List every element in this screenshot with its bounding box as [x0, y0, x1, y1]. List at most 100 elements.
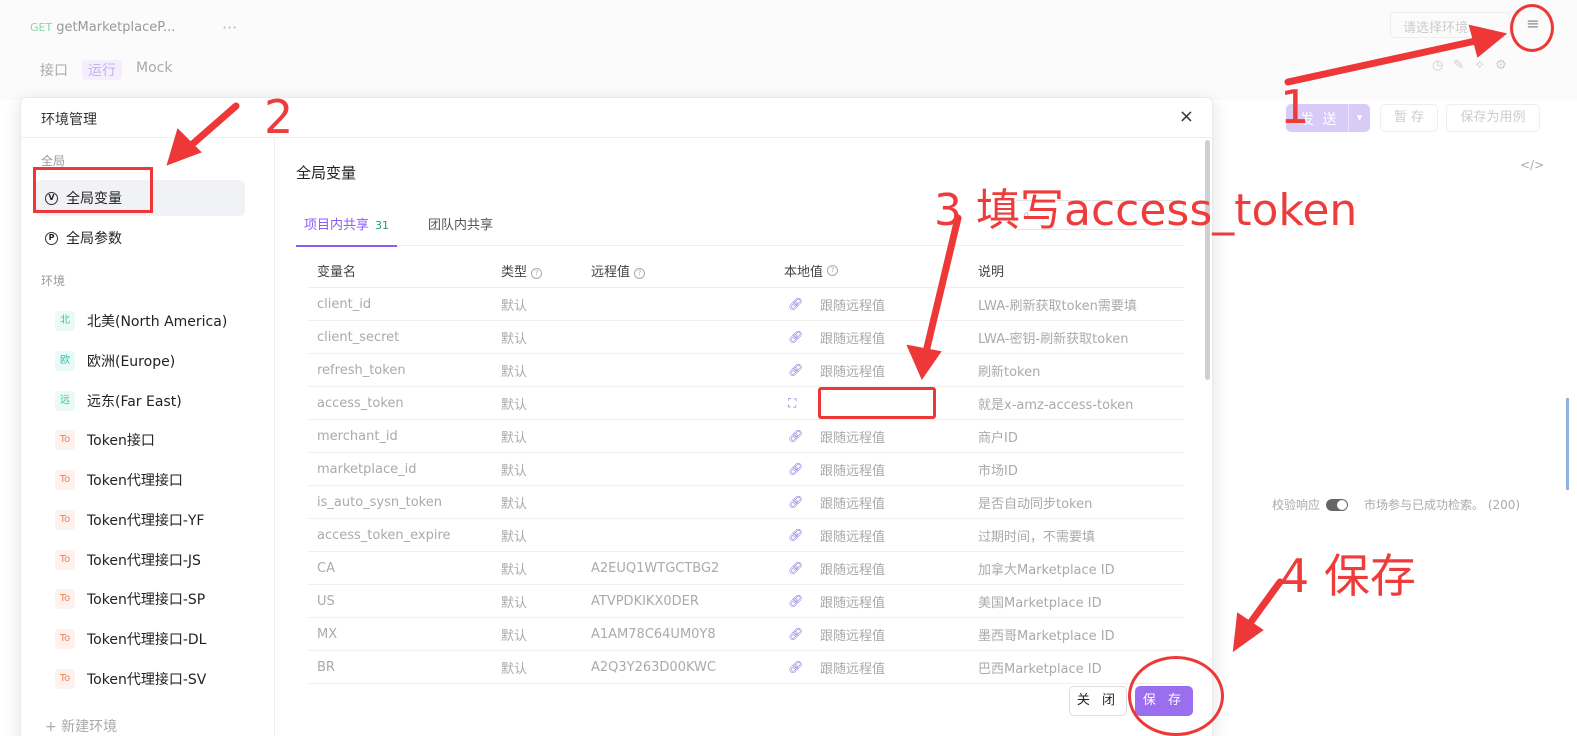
var-type[interactable]: 默认 — [501, 295, 591, 314]
var-name[interactable]: is_auto_sysn_token — [308, 495, 501, 510]
var-type[interactable]: 默认 — [501, 658, 591, 677]
var-local[interactable]: 🔗︎ 跟随远程值 — [784, 427, 978, 446]
env-item[interactable]: 欧欧洲(Europe) — [55, 346, 175, 376]
new-env-button[interactable]: + 新建环境 — [45, 716, 117, 736]
var-name[interactable]: CA — [308, 561, 501, 576]
var-local[interactable]: 🔗︎ 跟随远程值 — [784, 460, 978, 479]
close-button[interactable]: 关 闭 — [1069, 686, 1127, 716]
env-item[interactable]: 北北美(North America) — [55, 306, 227, 336]
var-name[interactable]: US — [308, 594, 501, 609]
tab-team-shared[interactable]: 团队内共享 — [428, 214, 493, 243]
tab-interface[interactable]: 接口 — [40, 60, 68, 80]
var-local[interactable]: 🔗︎ 跟随远程值 — [784, 658, 978, 677]
table-row[interactable]: CA 默认 A2EUQ1WTGCTBG2 🔗︎ 跟随远程值 加拿大Marketpl… — [308, 552, 1184, 585]
var-type[interactable]: 默认 — [501, 493, 591, 512]
sidebar-item-global-params[interactable]: P 全局参数 — [35, 220, 245, 256]
var-name[interactable]: access_token_expire — [308, 528, 501, 543]
var-local[interactable]: ⛶ — [784, 387, 978, 419]
var-desc[interactable]: 市场ID — [978, 460, 1184, 479]
link-icon[interactable]: 🔗︎ — [788, 561, 810, 575]
verify-toggle[interactable] — [1326, 498, 1349, 511]
var-name[interactable]: client_secret — [308, 330, 501, 345]
save-as-case-button[interactable]: 保存为用例 — [1446, 104, 1540, 132]
magic-icon[interactable]: ✧ — [1474, 58, 1485, 73]
var-type[interactable]: 默认 — [501, 427, 591, 446]
env-item[interactable]: 远远东(Far East) — [55, 386, 182, 416]
var-type[interactable]: 默认 — [501, 361, 591, 380]
var-local[interactable]: 🔗︎ 跟随远程值 — [784, 295, 978, 314]
var-name[interactable]: access_token — [308, 396, 501, 411]
link-icon[interactable]: 🔗︎ — [788, 297, 810, 311]
var-desc[interactable]: 美国Marketplace ID — [978, 592, 1184, 611]
env-item[interactable]: To Token代理接口-SP — [55, 584, 205, 614]
table-row[interactable]: merchant_id 默认 🔗︎ 跟随远程值 商户ID — [308, 420, 1184, 453]
var-name[interactable]: marketplace_id — [308, 462, 501, 477]
var-name[interactable]: BR — [308, 660, 501, 675]
var-name[interactable]: client_id — [308, 297, 501, 312]
request-tab[interactable]: GET getMarketplaceP... — [30, 20, 175, 35]
table-row[interactable]: is_auto_sysn_token 默认 🔗︎ 跟随远程值 是否自动同步toke… — [308, 486, 1184, 519]
table-row[interactable]: marketplace_id 默认 🔗︎ 跟随远程值 市场ID — [308, 453, 1184, 486]
var-remote[interactable]: A2EUQ1WTGCTBG2 — [591, 561, 784, 576]
table-row[interactable]: MX 默认 A1AM78C64UM0Y8 🔗︎ 跟随远程值 墨西哥Marketpl… — [308, 618, 1184, 651]
link-icon[interactable]: 🔗︎ — [788, 429, 810, 443]
table-row[interactable]: US 默认 ATVPDKIKX0DER 🔗︎ 跟随远程值 美国Marketplac… — [308, 585, 1184, 618]
var-desc[interactable]: 刷新token — [978, 361, 1184, 380]
var-type[interactable]: 默认 — [501, 592, 591, 611]
env-item[interactable]: To Token代理接口-YF — [55, 505, 205, 535]
table-row[interactable]: client_secret 默认 🔗︎ 跟随远程值 LWA-密钥-刷新获取toke… — [308, 321, 1184, 354]
help-icon[interactable]: ? — [827, 265, 839, 276]
var-type[interactable]: 默认 — [501, 394, 591, 413]
var-desc[interactable]: 就是x-amz-access-token — [978, 394, 1184, 413]
env-item[interactable]: To Token代理接口-DL — [55, 624, 206, 654]
var-remote[interactable]: A1AM78C64UM0Y8 — [591, 627, 784, 642]
table-row[interactable]: access_token_expire 默认 🔗︎ 跟随远程值 过期时间，不需要填 — [308, 519, 1184, 552]
var-type[interactable]: 默认 — [501, 460, 591, 479]
table-row[interactable]: refresh_token 默认 🔗︎ 跟随远程值 刷新token — [308, 354, 1184, 387]
more-dots-icon[interactable]: ··· — [222, 18, 237, 37]
link-icon[interactable]: 🔗︎ — [788, 627, 810, 641]
link-icon[interactable]: 🔗︎ — [788, 363, 810, 377]
env-item[interactable]: To Token代理接口-JS — [55, 545, 201, 575]
link-icon[interactable]: 🔗︎ — [788, 495, 810, 509]
var-local[interactable]: 🔗︎ 跟随远程值 — [784, 592, 978, 611]
var-type[interactable]: 默认 — [501, 625, 591, 644]
var-desc[interactable]: 加拿大Marketplace ID — [978, 559, 1184, 578]
table-row[interactable]: BR 默认 A2Q3Y263D00KWC 🔗︎ 跟随远程值 巴西Marketpla… — [308, 651, 1184, 684]
environment-select[interactable]: 请选择环境 — [1390, 12, 1510, 38]
tab-mock[interactable]: Mock — [136, 60, 172, 80]
link-icon[interactable]: 🔗︎ — [788, 594, 810, 608]
settings-icon[interactable]: ⚙ — [1495, 58, 1507, 73]
var-name[interactable]: refresh_token — [308, 363, 501, 378]
help-icon[interactable]: ? — [531, 268, 543, 279]
var-local[interactable]: 🔗︎ 跟随远程值 — [784, 328, 978, 347]
link-icon[interactable]: 🔗︎ — [788, 660, 810, 674]
var-local[interactable]: 🔗︎ 跟随远程值 — [784, 625, 978, 644]
var-local[interactable]: 🔗︎ 跟随远程值 — [784, 361, 978, 380]
env-item[interactable]: To Token接口 — [55, 425, 155, 455]
var-name[interactable]: MX — [308, 627, 501, 642]
tab-project-shared[interactable]: 项目内共享 31 — [296, 214, 398, 247]
var-local[interactable]: 🔗︎ 跟随远程值 — [784, 493, 978, 512]
code-icon[interactable]: </> — [1520, 158, 1544, 172]
history-icon[interactable]: ◷ — [1432, 58, 1443, 73]
env-item[interactable]: To Token代理接口 — [55, 465, 183, 495]
chevron-down-icon[interactable]: ▾ — [1348, 104, 1370, 132]
var-type[interactable]: 默认 — [501, 526, 591, 545]
var-remote[interactable]: A2Q3Y263D00KWC — [591, 660, 784, 675]
tab-run[interactable]: 运行 — [82, 60, 122, 80]
var-desc[interactable]: LWA-密钥-刷新获取token — [978, 328, 1184, 347]
link-icon[interactable]: 🔗︎ — [788, 528, 810, 542]
local-value-input[interactable] — [818, 387, 936, 419]
var-desc[interactable]: 是否自动同步token — [978, 493, 1184, 512]
table-row[interactable]: client_id 默认 🔗︎ 跟随远程值 LWA-刷新获取token需要填 — [308, 288, 1184, 321]
var-local[interactable]: 🔗︎ 跟随远程值 — [784, 559, 978, 578]
var-desc[interactable]: 商户ID — [978, 427, 1184, 446]
var-desc[interactable]: LWA-刷新获取token需要填 — [978, 295, 1184, 314]
var-desc[interactable]: 过期时间，不需要填 — [978, 526, 1184, 545]
env-item[interactable]: To Token代理接口-SV — [55, 664, 206, 694]
link-icon[interactable]: 🔗︎ — [788, 462, 810, 476]
var-type[interactable]: 默认 — [501, 328, 591, 347]
var-local[interactable]: 🔗︎ 跟随远程值 — [784, 526, 978, 545]
var-remote[interactable]: ATVPDKIKX0DER — [591, 594, 784, 609]
